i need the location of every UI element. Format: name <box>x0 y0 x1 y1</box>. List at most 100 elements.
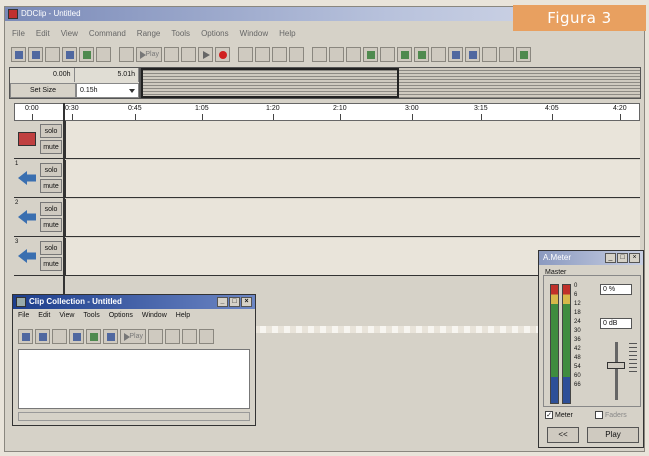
track-header: 2 solo mute <box>14 199 66 236</box>
solo-button[interactable]: solo <box>40 202 62 216</box>
clip-menu-file[interactable]: File <box>18 312 29 319</box>
track-lane[interactable] <box>66 199 640 236</box>
menu-range[interactable]: Range <box>136 29 162 41</box>
timeline-icon[interactable] <box>448 46 463 62</box>
trim-icon[interactable] <box>346 46 361 62</box>
minimize-icon[interactable]: _ <box>605 253 616 263</box>
ruler-tick: 3:00 <box>405 105 419 120</box>
solo-button[interactable]: solo <box>40 241 62 255</box>
skip-forward-icon[interactable] <box>198 46 213 62</box>
solo-button[interactable]: solo <box>40 163 62 177</box>
clip-menu-options[interactable]: Options <box>109 312 133 319</box>
close-icon[interactable]: × <box>241 297 252 307</box>
zoom-in-icon[interactable] <box>482 46 497 62</box>
ruler-tick: 4:20 <box>613 105 627 120</box>
clip-menu-view[interactable]: View <box>59 312 74 319</box>
track-lane[interactable] <box>66 160 640 197</box>
redo-icon[interactable] <box>329 46 344 62</box>
new-icon[interactable] <box>11 46 26 62</box>
scale-mark: 6 <box>574 292 578 298</box>
rewind-icon[interactable] <box>119 46 134 62</box>
cut-icon[interactable] <box>45 46 60 62</box>
mark-in-icon[interactable] <box>238 46 253 62</box>
split-icon[interactable] <box>199 328 214 344</box>
open-icon[interactable] <box>35 328 50 344</box>
close-icon[interactable]: × <box>629 253 640 263</box>
maximize-icon[interactable]: □ <box>617 253 628 263</box>
paste-icon[interactable] <box>86 328 101 344</box>
preview-icon[interactable] <box>414 46 429 62</box>
clip-menu-window[interactable]: Window <box>142 312 167 319</box>
maximize-icon[interactable]: □ <box>229 297 240 307</box>
settings-icon[interactable] <box>516 46 531 62</box>
timeline-overview[interactable] <box>140 67 641 99</box>
pan-spinner[interactable]: 0 % <box>600 284 632 295</box>
undo-icon[interactable] <box>312 46 327 62</box>
overview-selection[interactable] <box>141 68 399 98</box>
save-icon[interactable] <box>103 328 118 344</box>
menu-file[interactable]: File <box>11 29 26 41</box>
faders-checkbox[interactable]: Faders <box>595 411 627 419</box>
gain-fader[interactable] <box>607 362 625 369</box>
speaker-icon <box>18 171 36 185</box>
monitor-icon[interactable] <box>431 46 446 62</box>
clip-menu-edit[interactable]: Edit <box>38 312 50 319</box>
cut-icon[interactable] <box>52 328 67 344</box>
minimize-icon[interactable]: _ <box>217 297 228 307</box>
split-icon[interactable] <box>272 46 287 62</box>
meter-checkbox[interactable]: ✓ Meter <box>545 411 573 419</box>
fader-scale <box>629 340 637 378</box>
zoom-out-icon[interactable] <box>499 46 514 62</box>
rewind-button[interactable]: << <box>547 427 579 443</box>
time-ruler[interactable]: 0:00 0:30 0:45 1:05 1:20 2:10 3:00 3:15 … <box>14 103 640 121</box>
join-icon[interactable] <box>289 46 304 62</box>
grid-icon[interactable] <box>465 46 480 62</box>
clip-list[interactable] <box>18 349 250 409</box>
menu-tools[interactable]: Tools <box>170 29 191 41</box>
clip-menu-tools[interactable]: Tools <box>83 312 99 319</box>
paste-icon[interactable] <box>79 46 94 62</box>
gain-spinner[interactable]: 0 dB <box>600 318 632 329</box>
checkbox-unchecked-icon[interactable] <box>595 411 603 419</box>
stop-icon[interactable] <box>164 46 179 62</box>
window-title: DDClip - Untitled <box>21 9 81 18</box>
play-button[interactable]: Play <box>136 46 162 62</box>
new-icon[interactable] <box>18 328 33 344</box>
menu-options[interactable]: Options <box>200 29 230 41</box>
menu-window[interactable]: Window <box>239 29 269 41</box>
ruler-tick: 4:05 <box>545 105 559 120</box>
clip-icon[interactable] <box>397 46 412 62</box>
mute-button[interactable]: mute <box>40 179 62 193</box>
menu-view[interactable]: View <box>60 29 79 41</box>
track-lane[interactable] <box>66 121 640 158</box>
effect-icon[interactable] <box>363 46 378 62</box>
start-time: 0.00h <box>10 68 75 82</box>
meter-play-button[interactable]: Play <box>587 427 639 443</box>
delete-icon[interactable] <box>380 46 395 62</box>
mute-button[interactable]: mute <box>40 218 62 232</box>
duration-select[interactable]: 0.15h <box>76 83 139 98</box>
open-icon[interactable] <box>28 46 43 62</box>
copy-icon[interactable] <box>69 328 84 344</box>
mark-out-icon[interactable] <box>255 46 270 62</box>
mute-button[interactable]: mute <box>40 257 62 271</box>
save-icon[interactable] <box>96 46 111 62</box>
set-size-button[interactable]: Set Size <box>10 83 76 98</box>
mute-button[interactable]: mute <box>40 140 62 154</box>
solo-button[interactable]: solo <box>40 124 62 138</box>
checkbox-checked-icon[interactable]: ✓ <box>545 411 553 419</box>
menu-help[interactable]: Help <box>278 29 296 41</box>
clip-menu-help[interactable]: Help <box>176 312 190 319</box>
mark-in-icon[interactable] <box>165 328 180 344</box>
clip-play-button[interactable]: Play <box>120 328 146 344</box>
mark-out-icon[interactable] <box>182 328 197 344</box>
figure-badge: Figura 3 <box>513 5 646 31</box>
menu-command[interactable]: Command <box>88 29 127 41</box>
copy-icon[interactable] <box>62 46 77 62</box>
record-icon[interactable] <box>215 46 230 62</box>
clip-toolbar: Play <box>18 327 250 345</box>
playhead[interactable] <box>63 103 65 323</box>
menu-edit[interactable]: Edit <box>35 29 51 41</box>
stop-icon[interactable] <box>148 328 163 344</box>
skip-back-icon[interactable] <box>181 46 196 62</box>
